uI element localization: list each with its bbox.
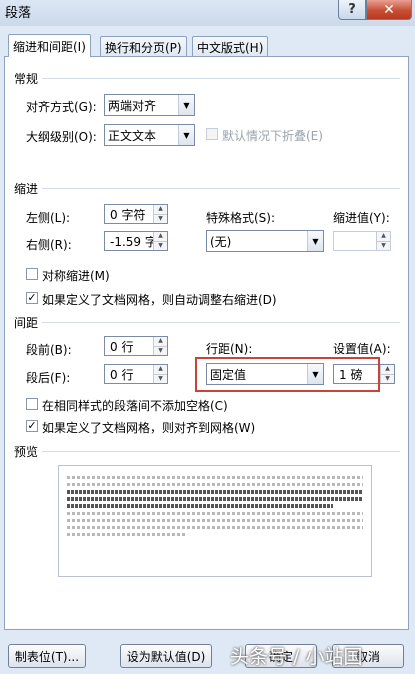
space-before-label: 段前(B):: [26, 343, 72, 357]
space-after-spinner[interactable]: 0 行 ▲ ▼: [104, 364, 168, 384]
spin-up-icon[interactable]: ▲: [153, 205, 167, 214]
left-indent-label: 左侧(L):: [26, 211, 71, 225]
spin-up-icon[interactable]: ▲: [153, 337, 167, 346]
divider: [42, 78, 400, 79]
tabs-button[interactable]: 制表位(T)...: [8, 644, 86, 668]
space-after-label: 段后(F):: [26, 371, 71, 385]
spin-up-icon[interactable]: ▲: [153, 232, 167, 241]
help-button[interactable]: ?: [338, 0, 366, 20]
spin-down-icon[interactable]: ▼: [153, 240, 167, 250]
dialog-title: 段落: [5, 6, 32, 21]
snap-grid-checkbox[interactable]: ✓: [26, 420, 38, 432]
checkmark-icon: ✓: [27, 419, 37, 432]
close-button[interactable]: ✕: [366, 0, 412, 20]
checkmark-icon: ✓: [27, 291, 37, 304]
preview-line: [67, 512, 363, 515]
chevron-down-icon[interactable]: ▼: [307, 231, 323, 251]
chevron-down-icon[interactable]: ▼: [178, 95, 194, 115]
preview-line: [67, 490, 363, 494]
set-default-button[interactable]: 设为默认值(D): [120, 644, 212, 668]
right-indent-label: 右侧(R):: [26, 238, 72, 252]
spin-down-icon[interactable]: ▼: [153, 213, 167, 223]
left-indent-spinner[interactable]: 0 字符 ▲ ▼: [104, 204, 168, 224]
spin-down-icon[interactable]: ▼: [153, 373, 167, 383]
spin-down-icon[interactable]: ▼: [376, 240, 390, 250]
preview-box: [58, 465, 372, 577]
special-indent-select[interactable]: (无) ▼: [206, 230, 324, 252]
preview-line: [67, 533, 186, 536]
indent-by-label: 缩进值(Y):: [333, 211, 390, 225]
snap-grid-label: 如果定义了文档网格，则对齐到网格(W): [42, 421, 256, 435]
spin-down-icon[interactable]: ▼: [153, 345, 167, 355]
mirror-indent-label: 对称缩进(M): [42, 269, 110, 283]
indent-by-spinner[interactable]: ▲ ▼: [333, 231, 391, 251]
spin-down-icon[interactable]: ▼: [380, 373, 394, 383]
collapse-checkbox[interactable]: [206, 128, 218, 140]
auto-adjust-checkbox[interactable]: ✓: [26, 292, 38, 304]
mirror-indent-checkbox[interactable]: [26, 268, 38, 280]
section-general: 常规: [14, 72, 39, 86]
auto-adjust-label: 如果定义了文档网格，则自动调整右缩进(D): [42, 293, 277, 307]
no-space-checkbox[interactable]: [26, 398, 38, 410]
line-spacing-label: 行距(N):: [206, 342, 253, 356]
special-indent-label: 特殊格式(S):: [206, 211, 276, 225]
section-spacing: 间距: [14, 316, 39, 330]
right-indent-spinner[interactable]: -1.59 字 ▲ ▼: [104, 231, 168, 251]
watermark: 头条号 / 小站国: [230, 646, 363, 668]
divider: [42, 322, 400, 323]
space-before-spinner[interactable]: 0 行 ▲ ▼: [104, 336, 168, 356]
chevron-down-icon[interactable]: ▼: [178, 125, 194, 145]
alignment-label: 对齐方式(G):: [26, 100, 97, 114]
spin-up-icon[interactable]: ▲: [376, 232, 390, 241]
divider: [42, 188, 400, 189]
alignment-select[interactable]: 两端对齐 ▼: [104, 94, 195, 116]
close-icon: ✕: [383, 1, 395, 18]
no-space-label: 在相同样式的段落间不添加空格(C): [42, 399, 228, 413]
divider: [42, 451, 400, 452]
section-preview: 预览: [14, 445, 39, 459]
preview-line: [67, 476, 363, 479]
collapse-label: 默认情况下折叠(E): [222, 129, 323, 143]
help-icon: ?: [348, 2, 356, 17]
spin-up-icon[interactable]: ▲: [153, 365, 167, 374]
section-indentation: 缩进: [14, 182, 39, 196]
preview-line: [67, 504, 334, 508]
outline-level-label: 大纲级别(O):: [26, 130, 97, 144]
spacing-at-label: 设置值(A):: [333, 342, 391, 356]
preview-line: [67, 519, 363, 522]
tab-indent-spacing[interactable]: 缩进和间距(I): [8, 34, 91, 57]
tab-asian-typography[interactable]: 中文版式(H): [192, 36, 269, 57]
tab-line-page-breaks[interactable]: 换行和分页(P): [100, 36, 187, 57]
spin-up-icon[interactable]: ▲: [380, 365, 394, 374]
preview-line: [67, 483, 363, 486]
outline-level-select[interactable]: 正文文本 ▼: [104, 124, 195, 146]
highlight-box: [195, 357, 380, 392]
preview-line: [67, 526, 363, 529]
preview-line: [67, 497, 363, 501]
